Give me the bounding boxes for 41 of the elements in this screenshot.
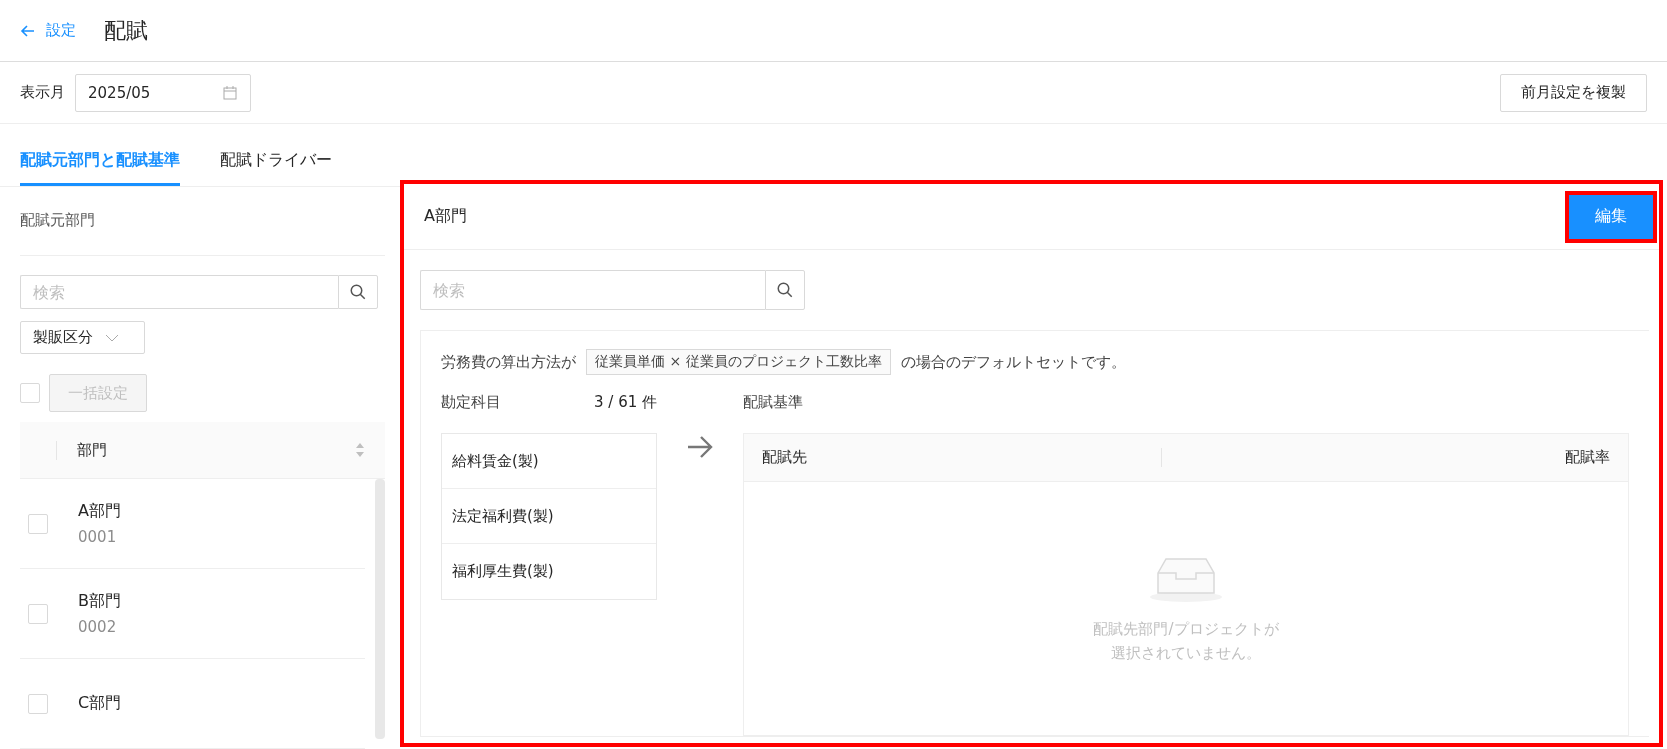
- account-item[interactable]: 給料賃金(製): [442, 434, 656, 489]
- detail-title: A部門: [424, 206, 467, 227]
- search-button[interactable]: [765, 270, 805, 310]
- search-button[interactable]: [338, 274, 378, 310]
- empty-message: 配賦先部門/プロジェクトが 選択されていません。: [1093, 618, 1279, 664]
- calendar-icon: [222, 84, 238, 101]
- department-code: 0001: [78, 528, 118, 546]
- accounts-count: 3 / 61 件: [594, 393, 657, 412]
- page-title: 配賦: [104, 16, 148, 45]
- sort-icon[interactable]: [355, 442, 365, 459]
- search-field[interactable]: 検索: [420, 270, 765, 310]
- tab[interactable]: 配賦ドライバー: [220, 150, 332, 186]
- description-text: の場合のデフォルトセットです。: [900, 352, 1126, 372]
- checkbox[interactable]: [28, 693, 48, 714]
- back-arrow-icon: [20, 22, 36, 39]
- search-field[interactable]: 検索: [20, 274, 338, 310]
- chevron-down-icon: [105, 332, 119, 343]
- department-code: 0002: [78, 618, 118, 636]
- month-field[interactable]: 2025/05: [75, 73, 251, 112]
- basis-label: 配賦基準: [743, 393, 803, 412]
- account-item[interactable]: 法定福利費(製): [442, 489, 656, 544]
- column-header: 配賦率: [1565, 448, 1610, 467]
- search-icon: [776, 281, 794, 299]
- department-name: C部門: [78, 693, 122, 714]
- accounts-label: 勘定科目: [441, 393, 501, 412]
- checkbox[interactable]: [28, 513, 48, 534]
- sidebar-title: 配賦元部門: [20, 187, 385, 256]
- copy-previous-month-button[interactable]: 前月設定を複製: [1500, 73, 1647, 112]
- department-name: B部門: [78, 591, 121, 612]
- checkbox[interactable]: [28, 603, 48, 624]
- method-tag: 従業員単価 × 従業員のプロジェクト工数比率: [586, 349, 891, 375]
- description-text: 労務費の算出方法が: [441, 352, 576, 372]
- search-icon: [349, 283, 367, 301]
- arrow-right-icon: [686, 435, 714, 459]
- checkbox[interactable]: [20, 383, 40, 404]
- account-item[interactable]: 福利厚生費(製): [442, 544, 656, 599]
- category-dropdown[interactable]: 製販区分: [20, 321, 145, 355]
- column-header: 配賦先: [762, 448, 1162, 467]
- department-name: A部門: [78, 501, 121, 522]
- month-label: 表示月: [20, 83, 65, 102]
- column-header: 部門: [56, 440, 355, 460]
